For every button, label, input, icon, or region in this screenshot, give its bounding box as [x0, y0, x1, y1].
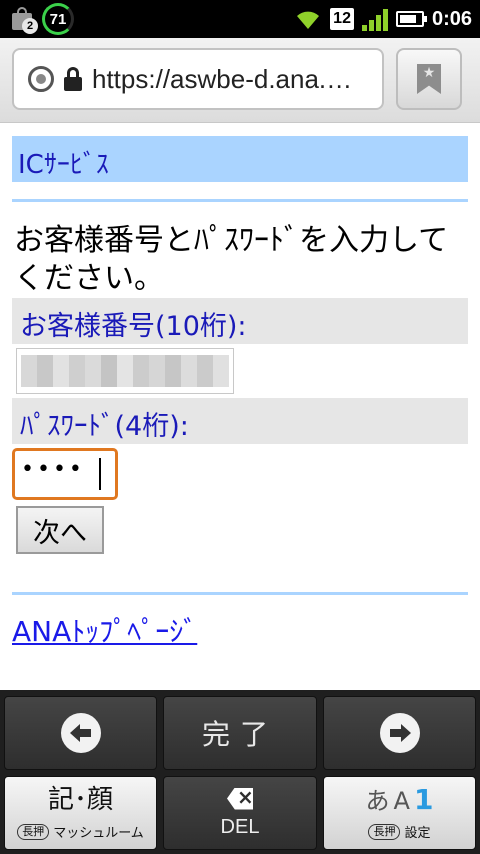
url-field[interactable]: https://aswbe-d.ana.…	[12, 48, 384, 110]
bookmark-star-icon: ★	[417, 64, 441, 94]
password-label-bar: ﾊﾟｽﾜｰﾄﾞ(4桁):	[12, 398, 468, 444]
backspace-icon	[227, 787, 253, 810]
sim-number-badge: 12	[330, 8, 354, 30]
wifi-icon	[297, 11, 320, 29]
number-mode: 1	[413, 783, 434, 816]
password-label: ﾊﾟｽﾜｰﾄﾞ(4桁):	[20, 411, 189, 442]
kaomoji-key-label: 記･顔	[47, 785, 113, 815]
soft-keyboard: 完了 記･顔 長押 マッシュルーム DEL あ A 1 長押 設定	[0, 690, 480, 854]
shopping-bag-notification-icon: 2	[10, 6, 38, 34]
divider	[12, 199, 468, 202]
right-arrow-icon	[379, 713, 420, 753]
left-arrow-key[interactable]	[4, 696, 157, 770]
battery-icon	[395, 11, 427, 27]
input-mode-settings-key[interactable]: あ A 1 長押 設定	[323, 776, 476, 850]
input-mode-label: あ A 1	[366, 781, 434, 816]
hiragana-mode: あ	[365, 787, 390, 815]
delete-key[interactable]: DEL	[163, 776, 317, 850]
notification-count: 2	[22, 18, 38, 34]
customer-number-label: お客様番号(10桁):	[20, 311, 247, 342]
divider	[12, 592, 468, 595]
left-arrow-icon	[60, 713, 101, 753]
text-caret	[99, 458, 101, 490]
ana-top-page-link[interactable]: ANAﾄｯﾌﾟﾍﾟｰｼﾞ	[12, 610, 197, 650]
signal-strength-icon	[361, 7, 388, 31]
customer-number-label-bar: お客様番号(10桁):	[12, 298, 468, 344]
status-bar-right: 12 0:06	[294, 3, 472, 35]
next-button[interactable]: 次へ	[16, 506, 104, 554]
customer-number-input[interactable]	[16, 348, 234, 394]
kaomoji-key[interactable]: 記･顔 長押 マッシュルーム	[4, 776, 157, 850]
status-bar: 2 71 12 0:06	[0, 0, 480, 38]
clock: 0:06	[431, 7, 472, 30]
bookmark-button[interactable]: ★	[396, 48, 462, 110]
status-bar-left: 2 71	[10, 3, 74, 35]
done-key[interactable]: 完了	[163, 696, 317, 770]
settings-label: 設定	[404, 826, 431, 841]
mushroom-label: マッシュルーム	[53, 826, 144, 841]
done-label: 完了	[201, 718, 278, 751]
right-arrow-key[interactable]	[323, 696, 476, 770]
url-text: https://aswbe-d.ana.…	[92, 63, 353, 94]
globe-icon	[28, 66, 54, 92]
lock-icon	[64, 67, 82, 91]
long-press-pill: 長押	[368, 823, 401, 840]
section-header-title: ICｻｰﾋﾞｽ	[18, 150, 109, 180]
instruction-text: お客様番号とﾊﾟｽﾜｰﾄﾞを入力してください。	[14, 223, 449, 296]
browser-toolbar: https://aswbe-d.ana.… ★	[0, 38, 480, 123]
alpha-mode: A	[393, 787, 410, 815]
section-header: ICｻｰﾋﾞｽ	[12, 136, 468, 182]
long-press-pill: 長押	[17, 823, 50, 840]
password-input[interactable]: ••••	[12, 448, 118, 500]
settings-key-sub: 長押 設定	[368, 822, 431, 841]
kaomoji-key-sub: 長押 マッシュルーム	[17, 822, 144, 841]
password-dots: ••••	[21, 457, 85, 482]
battery-ring-indicator: 71	[42, 3, 74, 35]
delete-label: DEL	[220, 815, 260, 838]
